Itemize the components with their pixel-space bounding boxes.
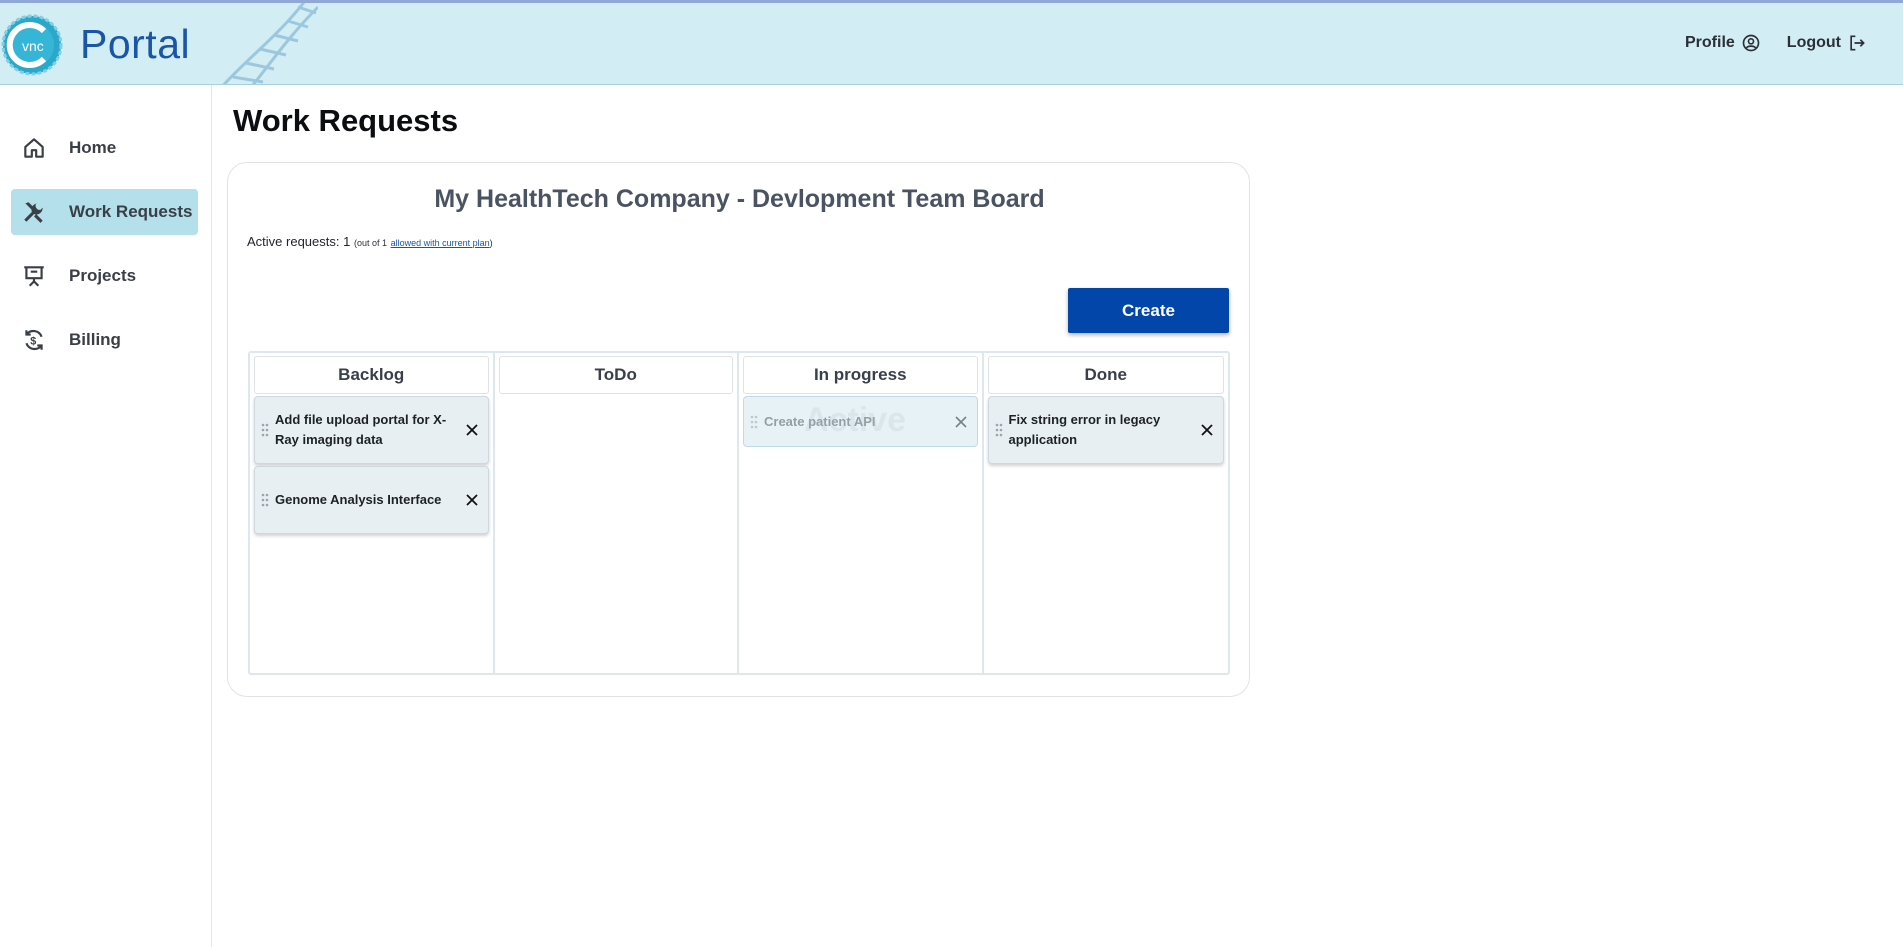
active-requests-info: Active requests: 1 (out of 1 allowed wit… xyxy=(247,234,493,249)
logout-label: Logout xyxy=(1786,34,1841,51)
profile-link[interactable]: Profile xyxy=(1685,33,1761,53)
column-todo[interactable]: ToDo xyxy=(495,353,739,673)
sidebar-item-label: Billing xyxy=(69,330,121,349)
plan-link[interactable]: allowed with current plan xyxy=(391,238,490,248)
create-button[interactable]: Create xyxy=(1068,288,1229,333)
drop-zone-watermark: Active xyxy=(804,401,907,439)
task-card[interactable]: Genome Analysis Interface xyxy=(254,466,489,534)
logo-text: vnc xyxy=(22,38,44,54)
sidebar-item-label: Work Requests xyxy=(69,202,193,221)
presentation-board-icon xyxy=(24,266,44,287)
logo-icon: vnc xyxy=(1,14,63,76)
sidebar: Home Work Requests Projects $ Billing xyxy=(0,85,212,947)
task-title: Fix string error in legacy application xyxy=(1008,412,1161,447)
drag-handle-icon[interactable] xyxy=(995,423,1003,437)
drag-handle-icon[interactable] xyxy=(261,493,269,507)
user-circle-icon xyxy=(1742,34,1760,52)
task-card[interactable]: Add file upload portal for X-Ray imaging… xyxy=(254,396,489,464)
sidebar-item-billing[interactable]: $ Billing xyxy=(11,317,198,363)
task-title: Add file upload portal for X-Ray imaging… xyxy=(275,412,447,447)
drag-handle-icon[interactable] xyxy=(261,423,269,437)
page-title: Work Requests xyxy=(233,103,459,138)
column-header: Backlog xyxy=(254,356,489,394)
drag-handle-icon[interactable] xyxy=(750,415,758,429)
board-title: My HealthTech Company - Devlopment Team … xyxy=(434,185,1045,213)
column-done[interactable]: Done Fix string error in legacy applicat… xyxy=(984,353,1229,673)
cync-logo[interactable]: vnc xyxy=(0,13,64,77)
profile-label: Profile xyxy=(1685,34,1735,51)
close-icon[interactable] xyxy=(464,492,480,508)
sidebar-item-projects[interactable]: Projects xyxy=(11,253,198,299)
logout-link[interactable]: Logout xyxy=(1787,33,1867,53)
column-header: ToDo xyxy=(498,356,733,394)
task-card[interactable]: Fix string error in legacy application xyxy=(987,396,1224,464)
logout-icon xyxy=(1850,35,1865,51)
svg-text:$: $ xyxy=(30,335,36,347)
board-card: My HealthTech Company - Devlopment Team … xyxy=(227,162,1250,697)
app-header: vnc Portal Profile Logout xyxy=(0,0,1903,85)
column-header: In progress xyxy=(743,356,978,394)
column-header: Done xyxy=(987,356,1224,394)
task-card-dragging[interactable]: Active Create patient API xyxy=(743,396,978,447)
dollar-cycle-icon: $ xyxy=(25,330,43,350)
sidebar-item-label: Projects xyxy=(69,266,137,285)
tools-icon xyxy=(24,202,43,223)
active-requests-limit: (out of 1 xyxy=(353,238,387,248)
task-title: Genome Analysis Interface xyxy=(275,492,442,507)
brand-title: Portal xyxy=(80,21,191,67)
home-icon xyxy=(24,138,44,158)
column-in-progress[interactable]: In progress Active Create patient API xyxy=(739,353,984,673)
close-icon[interactable] xyxy=(953,414,969,430)
kanban-board: Backlog Add file upload portal for X-Ray… xyxy=(248,351,1230,675)
close-paren: ) xyxy=(489,238,493,248)
active-requests-label: Active requests: 1 xyxy=(247,234,351,249)
sidebar-item-work-requests[interactable]: Work Requests xyxy=(11,189,198,235)
sidebar-item-home[interactable]: Home xyxy=(11,125,198,171)
close-icon[interactable] xyxy=(1199,422,1215,438)
close-icon[interactable] xyxy=(464,422,480,438)
column-backlog[interactable]: Backlog Add file upload portal for X-Ray… xyxy=(250,353,495,673)
sidebar-item-label: Home xyxy=(69,138,117,157)
dna-decoration-icon xyxy=(222,3,318,84)
